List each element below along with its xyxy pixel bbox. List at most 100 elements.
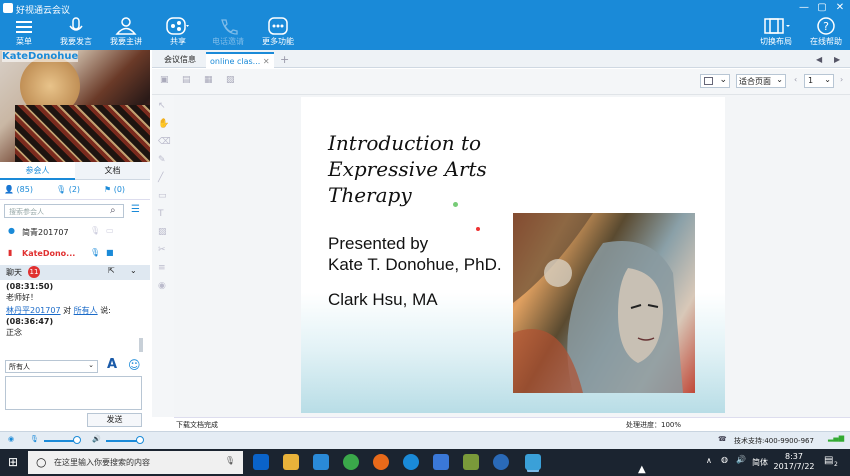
chat-input[interactable] xyxy=(5,376,142,410)
browser-360-icon[interactable] xyxy=(343,454,359,470)
send-button[interactable]: 发送 xyxy=(87,413,142,427)
switch-layout-button[interactable]: 切换布局 xyxy=(756,16,796,50)
phone-icon xyxy=(221,19,238,35)
hand-icon[interactable]: ✋ xyxy=(158,119,169,129)
maximize-button[interactable]: ▢ xyxy=(816,2,828,13)
more-functions-button[interactable]: 更多功能 xyxy=(258,16,298,50)
divider xyxy=(0,199,150,200)
lines-icon[interactable]: ≡ xyxy=(158,263,166,273)
speaker-icon[interactable]: 🔊 xyxy=(92,435,101,443)
hamburger-icon xyxy=(16,21,32,33)
clock[interactable]: 8:37 2017/7/22 xyxy=(772,452,816,472)
chat-scrollbar[interactable] xyxy=(139,338,143,352)
close-icon[interactable]: ✕ xyxy=(263,57,270,66)
chevron-down-icon[interactable]: ⌄ xyxy=(130,266,137,275)
speak-button[interactable]: 我要发言 xyxy=(56,16,96,50)
windows-taskbar: ⊞ ○ 在这里输入你要搜索的内容 🎙 ▲ ∧ ◍ 🔊 简体 8:37 2017/… xyxy=(0,449,850,476)
image-icon[interactable]: ▨ xyxy=(158,227,167,237)
chat-timestamp: (08:31:50) xyxy=(6,282,54,291)
presentation-slide[interactable]: Introduction to Expressive Arts Therapy … xyxy=(301,97,725,413)
ime-indicator[interactable]: 简体 xyxy=(752,457,768,468)
share-icon xyxy=(166,17,189,35)
cursor-dot xyxy=(453,202,458,207)
chat-header[interactable]: 聊天 11 ⇱ ⌄ xyxy=(0,265,150,280)
search-app-icon[interactable] xyxy=(313,454,329,470)
chevron-down-icon: ⌄ xyxy=(88,361,94,369)
page-number-select[interactable]: 1 ⌄ xyxy=(804,74,834,88)
ie-icon[interactable] xyxy=(403,454,419,470)
online-help-button[interactable]: ? 在线帮助 xyxy=(806,16,846,50)
chat-sender-link[interactable]: 林丹平201707 xyxy=(6,306,61,315)
microphone-icon xyxy=(69,17,83,31)
next-page-icon[interactable]: › xyxy=(840,75,843,84)
help-icon: ? xyxy=(817,17,835,35)
menu-button[interactable]: 菜单 xyxy=(4,16,44,50)
speaker-count[interactable]: 🎙 (2) xyxy=(56,185,80,194)
rectangle-icon[interactable]: ▭ xyxy=(158,191,167,201)
line-icon[interactable]: ╱ xyxy=(158,173,163,183)
share-button[interactable]: 共享 xyxy=(160,16,196,50)
participant-search-input[interactable]: 搜索参会人 xyxy=(4,204,124,218)
doc-toolbar: ▣ ▤ ▦ ▧ ⌄ 适合页面 ⌄ ‹ 1 ⌄ › xyxy=(152,69,850,95)
windows-start-icon[interactable]: ⊞ xyxy=(8,455,18,469)
tray-expand-icon[interactable]: ∧ xyxy=(706,456,712,465)
participant-row[interactable]: ▮ KateDono... 🎙 ■ xyxy=(0,244,150,266)
font-style-icon[interactable]: A xyxy=(107,357,117,372)
eraser-icon[interactable]: ⌫ xyxy=(158,137,171,147)
meeting-app-icon[interactable] xyxy=(525,454,541,470)
people-count[interactable]: 👤 (85) xyxy=(4,185,33,194)
sync-icon[interactable]: ▧ xyxy=(226,75,235,85)
edge-icon[interactable] xyxy=(253,454,269,470)
save-icon[interactable]: ▤ xyxy=(182,75,191,85)
add-tab-icon[interactable]: + xyxy=(276,52,293,68)
media-app-icon[interactable] xyxy=(493,454,509,470)
hand-count[interactable]: ⚑ (0) xyxy=(104,185,125,194)
prev-page-icon[interactable]: ‹ xyxy=(794,75,797,84)
tray-app-icon[interactable]: ◍ xyxy=(721,455,728,464)
close-button[interactable]: ✕ xyxy=(834,2,846,13)
text-icon[interactable]: T xyxy=(158,209,164,219)
host-button[interactable]: 我要主讲 xyxy=(106,16,146,50)
video-feed[interactable]: KateDonohue xyxy=(0,50,150,162)
next-tab-icon[interactable]: ▶ xyxy=(830,52,844,68)
list-view-icon[interactable]: ☰ xyxy=(131,204,140,215)
file-explorer-icon[interactable] xyxy=(283,454,299,470)
page-style-select[interactable]: ⌄ xyxy=(700,74,730,88)
settings-app-icon[interactable] xyxy=(463,454,479,470)
minimize-button[interactable]: — xyxy=(798,2,810,13)
window-title: 好视通云会议 xyxy=(16,6,71,16)
participant-name: 简青201707 xyxy=(22,228,69,237)
emoji-icon[interactable]: ☺ xyxy=(128,358,141,372)
firefox-icon[interactable] xyxy=(373,454,389,470)
tab-docs[interactable]: 文档 xyxy=(75,162,150,180)
notification-icon[interactable]: ▤ xyxy=(824,455,833,466)
scissors-icon[interactable]: ✂ xyxy=(158,245,166,255)
camera-off-icon: ▭ xyxy=(106,226,114,235)
zoom-select[interactable]: 适合页面 ⌄ xyxy=(736,74,786,88)
chat-target-link[interactable]: 所有人 xyxy=(74,306,98,315)
export-icon[interactable]: ▦ xyxy=(204,75,213,85)
mic-volume-icon[interactable]: 🎙 xyxy=(30,435,39,443)
cortana-icon: ○ xyxy=(36,455,47,469)
tab-participants[interactable]: 参会人 xyxy=(0,162,75,180)
prev-tab-icon[interactable]: ◀ xyxy=(812,52,826,68)
pointer-icon[interactable]: ↖ xyxy=(158,101,166,111)
taskbar-search-input[interactable]: ○ 在这里输入你要搜索的内容 🎙 xyxy=(28,451,243,474)
phone-invite-button[interactable]: 电话邀请 xyxy=(208,16,248,50)
volume-icon[interactable]: 🔊 xyxy=(736,455,746,464)
mic-icon[interactable]: 🎙 xyxy=(225,456,235,465)
palette-icon[interactable]: ◉ xyxy=(158,281,166,291)
mic-slider-handle[interactable] xyxy=(73,436,81,444)
participant-row[interactable]: ● 简青201707 🎙 ▭ xyxy=(0,222,150,244)
pen-app-icon[interactable] xyxy=(433,454,449,470)
speaker-slider-handle[interactable] xyxy=(136,436,144,444)
tab-meeting-info[interactable]: 会议信息 xyxy=(160,52,200,68)
search-icon[interactable]: ⌕ xyxy=(110,205,116,216)
chat-recipient-select[interactable]: 所有人 ⌄ xyxy=(5,360,98,373)
popout-icon[interactable]: ⇱ xyxy=(108,266,115,275)
speaker-volume-slider[interactable] xyxy=(106,440,140,442)
camera-icon[interactable]: ◉ xyxy=(8,435,14,443)
folder-icon[interactable]: ▣ xyxy=(160,75,169,85)
tab-online-class[interactable]: online clas... ✕ xyxy=(206,52,274,68)
pen-icon[interactable]: ✎ xyxy=(158,155,166,165)
